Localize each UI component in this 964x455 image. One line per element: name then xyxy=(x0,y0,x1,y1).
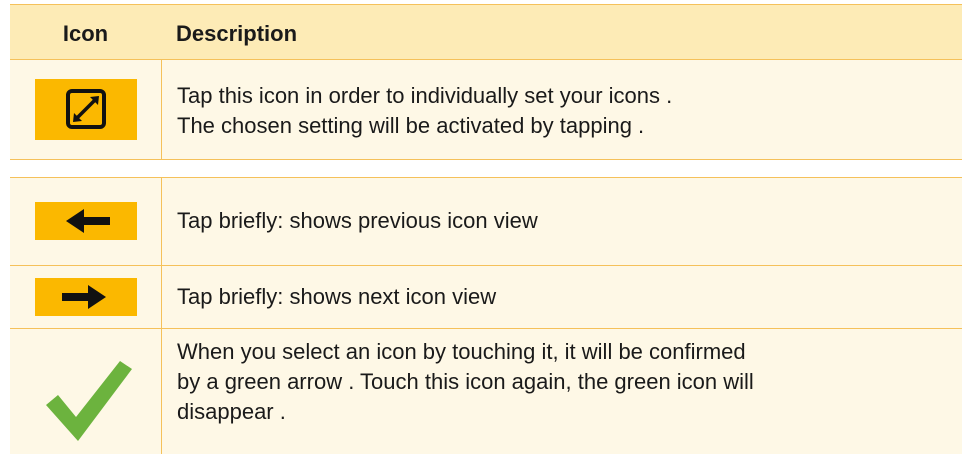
checkmark-icon xyxy=(40,355,136,445)
description-line: The chosen setting will be activated by … xyxy=(177,113,645,138)
arrow-left-icon xyxy=(35,202,137,240)
row-description: Tap briefly: shows previous icon view xyxy=(177,208,538,233)
icon-description-table: Icon Description Tap this icon in order … xyxy=(10,4,962,160)
row-description: When you select an icon by touching it, … xyxy=(177,337,754,427)
description-line: by a green arrow . Touch this icon again… xyxy=(177,369,754,394)
description-line: disappear . xyxy=(177,399,286,424)
navigation-icon-table: Tap briefly: shows previous icon view Ta… xyxy=(10,177,962,454)
icon-column-header: Icon xyxy=(62,21,109,46)
description-column-header: Description xyxy=(176,21,298,46)
arrow-right-icon xyxy=(35,278,137,316)
table-row: When you select an icon by touching it, … xyxy=(10,328,962,455)
table-row: Tap briefly: shows next icon view xyxy=(10,265,962,328)
table-header-row: Icon Description xyxy=(10,5,962,59)
table-row: Tap this icon in order to individually s… xyxy=(10,59,962,160)
table-row: Tap briefly: shows previous icon view xyxy=(10,178,962,265)
row-description: Tap this icon in order to individually s… xyxy=(177,81,672,141)
description-line: When you select an icon by touching it, … xyxy=(177,339,746,364)
resize-icon xyxy=(35,79,137,140)
row-description: Tap briefly: shows next icon view xyxy=(177,284,497,309)
description-line: Tap this icon in order to individually s… xyxy=(177,83,673,108)
